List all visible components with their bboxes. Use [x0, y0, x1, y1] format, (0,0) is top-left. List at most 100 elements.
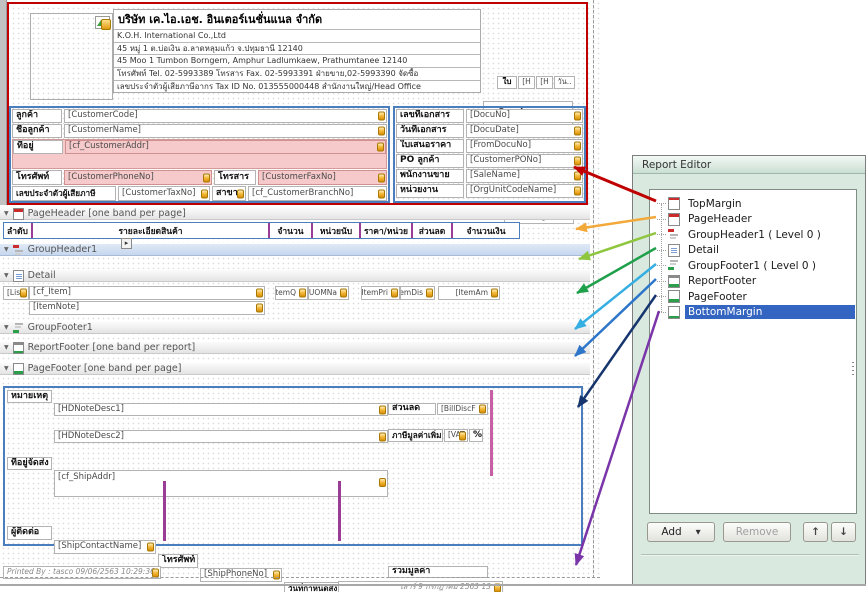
- doc-no-label[interactable]: เลขที่เอกสาร: [396, 109, 464, 123]
- collapse-triangle-icon[interactable]: ▼: [4, 344, 9, 351]
- remove-button[interactable]: Remove: [723, 522, 791, 542]
- note1-field[interactable]: [HDNoteDesc1]: [54, 403, 388, 416]
- band-list-item-topmargin[interactable]: TopMargin: [650, 196, 856, 212]
- customer-phone-field[interactable]: [CustomerPhoneNo]: [64, 170, 212, 185]
- band-list-item-pageheader[interactable]: PageHeader: [650, 212, 856, 228]
- doc-no-field[interactable]: [DocuNo]: [466, 109, 583, 123]
- customer-tax-field[interactable]: [CustomerTaxNo]: [118, 186, 210, 201]
- band-list-item-groupfooter1[interactable]: GroupFooter1 ( Level 0 ): [650, 258, 856, 274]
- collapse-triangle-icon[interactable]: ▼: [4, 210, 9, 217]
- band-groupheader1[interactable]: ▼ GroupHeader1: [0, 243, 590, 256]
- discount-label[interactable]: ส่วนลด: [388, 403, 436, 415]
- collapse-triangle-icon[interactable]: ▼: [4, 272, 9, 279]
- column-header-discount[interactable]: ส่วนลด: [411, 223, 451, 238]
- move-down-button[interactable]: ↓: [831, 522, 856, 542]
- org-unit-field[interactable]: [OrgUnitCodeName]: [466, 184, 583, 198]
- band-expand-button[interactable]: ▸: [121, 238, 132, 249]
- ship-addr-label[interactable]: ที่อยู่จัดส่ง: [7, 457, 52, 470]
- ship-phone-label[interactable]: โทรศัพท์: [158, 554, 198, 568]
- doc-type-cell[interactable]: ใบ: [497, 76, 517, 89]
- column-header-amount[interactable]: จำนวนเงิน: [451, 223, 519, 238]
- customer-fax-label[interactable]: โทรสาร: [214, 170, 256, 185]
- band-pagefooter[interactable]: ▼ PageFooter [one band per page]: [0, 362, 590, 375]
- customer-code-label[interactable]: ลูกค้า: [12, 109, 62, 123]
- band-reportfooter[interactable]: ▼ ReportFooter [one band per report]: [0, 341, 590, 354]
- customer-addr-field[interactable]: [cf_CustomerAddr]: [65, 140, 386, 154]
- vat-label[interactable]: ภาษีมูลค่าเพิ่ม: [388, 429, 443, 442]
- logo-image-placeholder[interactable]: [30, 13, 113, 100]
- customer-addr-label[interactable]: ที่อยู่: [13, 140, 63, 154]
- column-header-qty[interactable]: จำนวน: [268, 223, 311, 238]
- band-list-item-detail[interactable]: Detail: [650, 243, 856, 259]
- band-list-item-groupheader1[interactable]: GroupHeader1 ( Level 0 ): [650, 227, 856, 243]
- customer-code-field[interactable]: [CustomerCode]: [64, 109, 387, 123]
- quotation-field[interactable]: [FromDocuNo]: [466, 139, 583, 153]
- company-addr-en[interactable]: 45 Moo 1 Tumbon Borngern, Amphur Ladlumk…: [114, 55, 480, 68]
- print-date-field[interactable]: เสาร์ 9 กรกฎาคม 2563 13: [338, 581, 503, 592]
- doc-date-label[interactable]: วันที่เอกสาร: [396, 124, 464, 138]
- collapse-triangle-icon[interactable]: ▼: [4, 324, 9, 331]
- doc-type-cell[interactable]: [H: [536, 76, 553, 89]
- detail-note-field[interactable]: [ItemNote]: [29, 301, 265, 315]
- customer-branch-label[interactable]: สาขา: [212, 186, 246, 201]
- band-list-item-bottommargin[interactable]: BottomMargin: [650, 305, 856, 321]
- contact-label[interactable]: ผู้ติดต่อ: [7, 526, 52, 540]
- band-groupfooter1[interactable]: ▼ GroupFooter1: [0, 321, 590, 334]
- add-button[interactable]: Add▼: [647, 522, 715, 542]
- band-list-item-pagefooter[interactable]: PageFooter: [650, 289, 856, 305]
- company-addr-th[interactable]: 45 หมู่ 1 ต.บ่อเงิน อ.ลาดหลุมแก้ว จ.ปทุม…: [114, 43, 480, 56]
- band-list[interactable]: TopMargin PageHeader GroupHeader1 ( Leve…: [649, 189, 857, 514]
- customer-po-field[interactable]: [CustomerPONo]: [466, 154, 583, 168]
- column-header-description[interactable]: รายละเอียดสินค้า: [31, 223, 268, 238]
- customer-tax-label[interactable]: เลขประจำตัวผู้เสียภาษี: [12, 186, 116, 201]
- band-list-item-label: TopMargin: [685, 197, 855, 211]
- doc-type-cell[interactable]: วัน..: [554, 76, 575, 89]
- detail-discount-field[interactable]: [ItemDis: [400, 286, 435, 300]
- band-pageheader[interactable]: ▼ PageHeader [one band per page]: [0, 207, 590, 220]
- company-name-en[interactable]: K.O.H. International Co.,Ltd: [114, 30, 480, 43]
- doc-date-field[interactable]: [DocuDate]: [466, 124, 583, 138]
- collapse-triangle-icon[interactable]: ▼: [4, 246, 9, 253]
- contact-field[interactable]: [ShipContactName]: [54, 540, 156, 554]
- doc-type-cell[interactable]: [H: [518, 76, 535, 89]
- discount-rate-field[interactable]: [BillDiscF: [437, 403, 488, 415]
- detail-qty-field[interactable]: [ItemQ: [275, 286, 308, 300]
- vat-rate-field[interactable]: [VAT: [444, 429, 468, 442]
- detail-price-field[interactable]: [ItemPri: [361, 286, 400, 300]
- vat-percent-label[interactable]: %: [469, 429, 483, 442]
- column-header-price[interactable]: ราคา/หน่วย: [359, 223, 411, 238]
- field-icon: [152, 568, 159, 577]
- note-label[interactable]: หมายเหตุ: [7, 390, 52, 403]
- customer-name-field[interactable]: [CustomerName]: [64, 124, 387, 138]
- customer-name-label[interactable]: ชื่อลูกค้า: [12, 124, 62, 138]
- field-icon: [426, 289, 433, 298]
- org-unit-label[interactable]: หน่วยงาน: [396, 184, 464, 198]
- detail-uom-field[interactable]: [UOMNa: [308, 286, 349, 300]
- band-detail[interactable]: ▼ Detail: [0, 269, 590, 282]
- company-info-box[interactable]: บริษัท เค.ไอ.เอช. อินเตอร์เนชั่นแนล จำกั…: [113, 9, 481, 93]
- quotation-label[interactable]: ใบเสนอราคา: [396, 139, 464, 153]
- detail-seq-field[interactable]: [Lis: [3, 286, 29, 300]
- company-name-th[interactable]: บริษัท เค.ไอ.เอช. อินเตอร์เนชั่นแนล จำกั…: [114, 10, 480, 30]
- document-info-box: เลขที่เอกสาร [DocuNo] วันที่เอกสาร [Docu…: [393, 106, 586, 203]
- list-resize-grip[interactable]: [852, 362, 854, 377]
- sale-name-label[interactable]: พนักงานขาย: [396, 169, 464, 183]
- detail-amount-field[interactable]: [ItemAm: [438, 286, 500, 300]
- note2-field[interactable]: [HDNoteDesc2]: [54, 430, 388, 443]
- company-tax-id[interactable]: เลขประจำตัวผู้เสียภาษีอากร Tax ID No. 01…: [114, 81, 480, 93]
- detail-item-field[interactable]: [cf_Item]: [29, 286, 265, 300]
- collapse-triangle-icon[interactable]: ▼: [4, 365, 9, 372]
- customer-po-label[interactable]: PO ลูกค้า: [396, 154, 464, 168]
- ship-phone-field[interactable]: [ShipPhoneNo]: [200, 568, 282, 582]
- column-header-uom[interactable]: หน่วยนับ: [311, 223, 359, 238]
- top-margin-section[interactable]: บริษัท เค.ไอ.เอช. อินเตอร์เนชั่นแนล จำกั…: [7, 2, 588, 205]
- column-header-seq[interactable]: ลำดับ: [4, 223, 31, 238]
- company-phone[interactable]: โทรศัพท์ Tel. 02-5993389 โทรสาร Fax. 02-…: [114, 68, 480, 81]
- customer-branch-field[interactable]: [cf_CustomerBranchNo]: [248, 186, 387, 201]
- band-list-item-reportfooter[interactable]: ReportFooter: [650, 274, 856, 290]
- pagefooter-band-icon: [668, 290, 680, 303]
- move-up-button[interactable]: ↑: [803, 522, 828, 542]
- sale-name-field[interactable]: [SaleName]: [466, 169, 583, 183]
- customer-phone-label[interactable]: โทรศัพท์: [12, 170, 62, 185]
- customer-fax-field[interactable]: [CustomerFaxNo]: [258, 170, 387, 185]
